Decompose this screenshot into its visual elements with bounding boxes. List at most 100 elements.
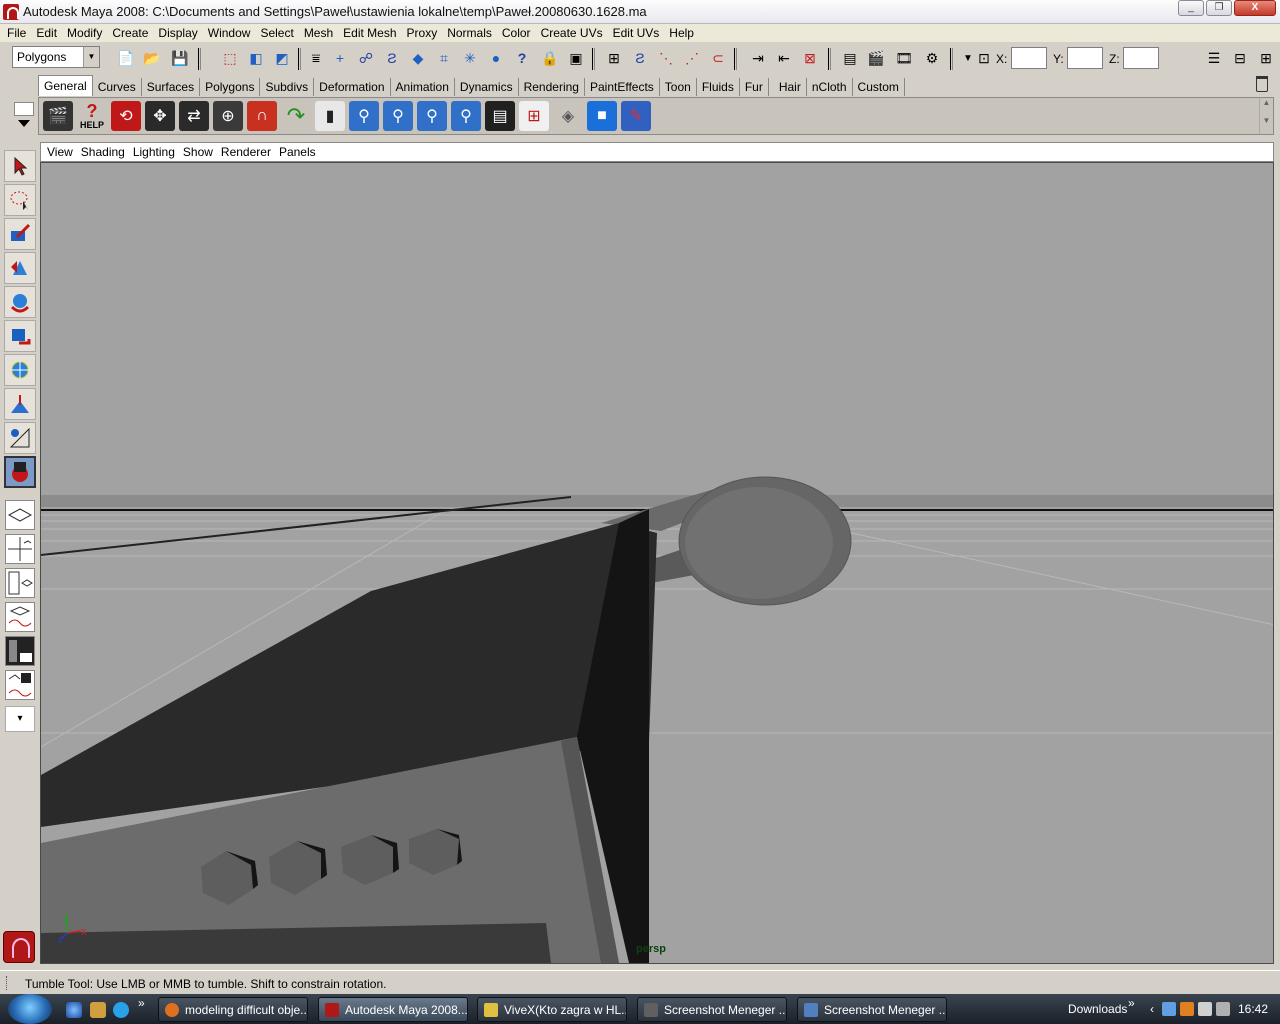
joints-1-icon[interactable]: ⚲ bbox=[349, 101, 379, 131]
select-by-component-icon[interactable]: ◩ bbox=[272, 48, 292, 68]
show-tool-settings-icon[interactable]: ⊞ bbox=[1256, 48, 1276, 68]
task-screenshot-1[interactable]: Screenshot Meneger ... bbox=[637, 997, 787, 1022]
tab-animation[interactable]: Animation bbox=[391, 78, 455, 96]
tab-curves[interactable]: Curves bbox=[93, 78, 142, 96]
menu-edit[interactable]: Edit bbox=[31, 26, 62, 40]
panel-menu-lighting[interactable]: Lighting bbox=[129, 145, 179, 159]
hypershade-layout-icon[interactable] bbox=[5, 636, 35, 666]
panel-menu-shading[interactable]: Shading bbox=[77, 145, 129, 159]
highlight-selection-icon[interactable]: ▣ bbox=[566, 48, 586, 68]
task-maya[interactable]: Autodesk Maya 2008... bbox=[318, 997, 468, 1022]
tray-more-icon[interactable]: » bbox=[1128, 996, 1135, 1010]
maya-app-icon[interactable] bbox=[3, 3, 19, 20]
close-button[interactable]: X bbox=[1234, 0, 1276, 16]
network-icon[interactable] bbox=[1162, 1002, 1176, 1016]
persp-outliner-layout-icon[interactable] bbox=[5, 568, 35, 598]
select-rendering-icon[interactable]: ● bbox=[486, 48, 506, 68]
menu-window[interactable]: Window bbox=[203, 26, 256, 40]
ie-icon[interactable] bbox=[66, 1002, 82, 1018]
panel-menu-view[interactable]: View bbox=[43, 145, 77, 159]
input-connections-icon[interactable]: ⇥ bbox=[748, 48, 768, 68]
show-attribute-editor-icon[interactable]: ⊟ bbox=[1230, 48, 1250, 68]
tab-general[interactable]: General bbox=[38, 75, 93, 96]
show-channel-box-icon[interactable]: ☰ bbox=[1204, 48, 1224, 68]
help-line-grip[interactable] bbox=[6, 976, 9, 990]
tab-hair[interactable]: Hair bbox=[769, 78, 807, 96]
paint-icon[interactable]: ✎ bbox=[621, 101, 651, 131]
task-email[interactable]: ViveX(Kto zagra w HL... bbox=[477, 997, 627, 1022]
trash-icon[interactable] bbox=[1256, 76, 1268, 92]
tab-deformation[interactable]: Deformation bbox=[314, 78, 391, 96]
task-screenshot-2[interactable]: Screenshot Meneger ... bbox=[797, 997, 947, 1022]
antivirus-icon[interactable] bbox=[1180, 1002, 1194, 1016]
tab-fur[interactable]: Fur bbox=[740, 78, 769, 96]
menu-color[interactable]: Color bbox=[497, 26, 536, 40]
select-handles-icon[interactable]: + bbox=[330, 48, 350, 68]
menu-modify[interactable]: Modify bbox=[62, 26, 107, 40]
select-misc-icon[interactable]: ? bbox=[512, 48, 532, 68]
new-scene-icon[interactable]: 📄 bbox=[116, 48, 136, 68]
select-dynamics-icon[interactable]: ✳ bbox=[460, 48, 480, 68]
paint-bucket-icon[interactable]: ▮ bbox=[315, 101, 345, 131]
cube-icon[interactable]: ■ bbox=[587, 101, 617, 131]
redo-icon[interactable]: ↷ bbox=[281, 101, 311, 131]
tab-subdivs[interactable]: Subdivs bbox=[260, 78, 315, 96]
shader-icon[interactable]: ◈ bbox=[553, 101, 583, 131]
camera-dolly-icon[interactable]: ⇄ bbox=[179, 101, 209, 131]
select-curves-icon[interactable]: Ƨ bbox=[382, 48, 402, 68]
tray-expand-icon[interactable]: ‹ bbox=[1150, 1002, 1154, 1016]
show-desktop-icon[interactable] bbox=[90, 1002, 106, 1018]
magnet-icon[interactable]: ∩ bbox=[247, 101, 277, 131]
select-by-hierarchy-icon[interactable]: ⬚ bbox=[220, 48, 240, 68]
snap-to-grid-icon[interactable]: ⊞ bbox=[604, 48, 624, 68]
tab-rendering[interactable]: Rendering bbox=[519, 78, 585, 96]
tumble-tool-icon[interactable] bbox=[4, 456, 36, 488]
rotate-tool-icon[interactable] bbox=[4, 286, 36, 318]
menu-edit-uvs[interactable]: Edit UVs bbox=[608, 26, 665, 40]
show-manipulator-icon[interactable] bbox=[4, 422, 36, 454]
restore-button[interactable]: ❐ bbox=[1206, 0, 1232, 16]
panel-menu-show[interactable]: Show bbox=[179, 145, 217, 159]
menu-edit-mesh[interactable]: Edit Mesh bbox=[338, 26, 401, 40]
quicklaunch-more-icon[interactable]: » bbox=[138, 996, 145, 1010]
snap-to-curve-icon[interactable]: Ƨ bbox=[630, 48, 650, 68]
persp-graph-layout-icon[interactable] bbox=[5, 602, 35, 632]
scale-tool-icon[interactable] bbox=[4, 320, 36, 352]
four-view-layout-icon[interactable] bbox=[5, 534, 35, 564]
single-perspective-layout-icon[interactable] bbox=[5, 500, 35, 530]
menu-normals[interactable]: Normals bbox=[442, 26, 497, 40]
menu-display[interactable]: Display bbox=[153, 26, 202, 40]
task-firefox[interactable]: modeling difficult obje... bbox=[158, 997, 308, 1022]
absolute-transform-icon[interactable]: ⊡ bbox=[974, 48, 994, 68]
mask-menu-icon[interactable]: ⩸ bbox=[306, 48, 326, 68]
minimize-button[interactable]: _ bbox=[1178, 0, 1204, 16]
paint-select-tool-icon[interactable] bbox=[4, 218, 36, 250]
volume-icon[interactable] bbox=[1216, 1002, 1230, 1016]
panel-menu-panels[interactable]: Panels bbox=[275, 145, 320, 159]
snap-to-point-icon[interactable]: ⋱ bbox=[656, 48, 676, 68]
shelf-scrollbar[interactable]: ▲ ▼ bbox=[1259, 98, 1273, 134]
render-view-icon[interactable]: ▤ bbox=[840, 48, 860, 68]
joints-2-icon[interactable]: ⚲ bbox=[383, 101, 413, 131]
help-button[interactable]: ? HELP bbox=[77, 101, 107, 131]
menu-proxy[interactable]: Proxy bbox=[402, 26, 443, 40]
menu-create[interactable]: Create bbox=[107, 26, 153, 40]
joints-3-icon[interactable]: ⚲ bbox=[417, 101, 447, 131]
display-icon[interactable] bbox=[1198, 1002, 1212, 1016]
tab-polygons[interactable]: Polygons bbox=[200, 78, 261, 96]
hypergraph-icon[interactable]: ⊞ bbox=[519, 101, 549, 131]
tab-custom[interactable]: Custom bbox=[853, 78, 905, 96]
camera-zoom-icon[interactable]: ⊕ bbox=[213, 101, 243, 131]
lasso-tool-icon[interactable] bbox=[4, 184, 36, 216]
clock[interactable]: 16:42 bbox=[1238, 1002, 1268, 1016]
make-live-icon[interactable]: ⊂ bbox=[708, 48, 728, 68]
z-field[interactable] bbox=[1123, 47, 1159, 69]
tab-dynamics[interactable]: Dynamics bbox=[455, 78, 519, 96]
tab-toon[interactable]: Toon bbox=[660, 78, 697, 96]
panel-menu-renderer[interactable]: Renderer bbox=[217, 145, 275, 159]
tab-surfaces[interactable]: Surfaces bbox=[142, 78, 201, 96]
select-joints-icon[interactable]: ☍ bbox=[356, 48, 376, 68]
select-tool-icon[interactable] bbox=[4, 150, 36, 182]
save-scene-icon[interactable]: 💾 bbox=[170, 48, 190, 68]
ipr-render-icon[interactable]: 🎞 bbox=[894, 48, 914, 68]
